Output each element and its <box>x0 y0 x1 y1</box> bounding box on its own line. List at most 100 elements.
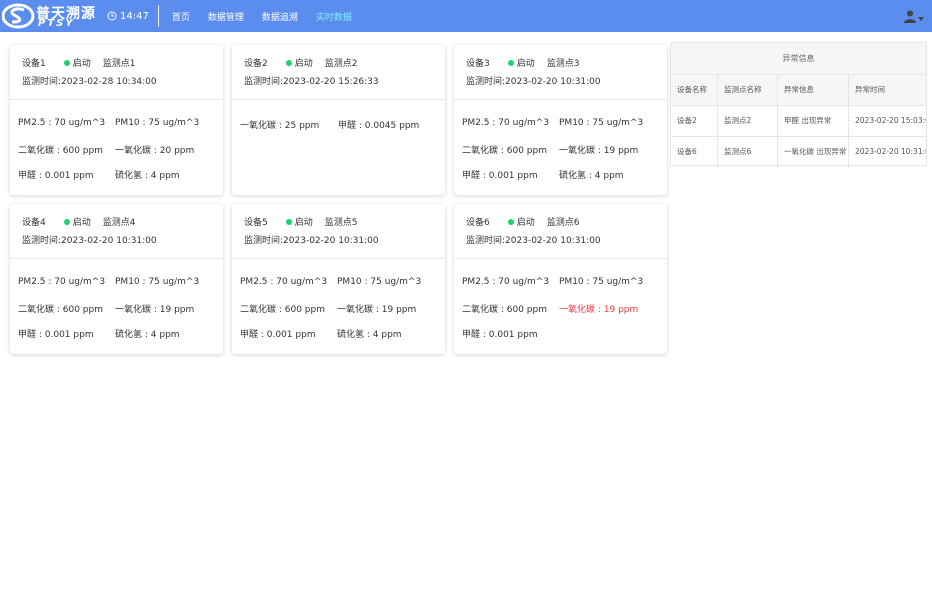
monitor-time-label: 监测时间: <box>22 77 62 87</box>
metric-label: 二氧化碳 : <box>240 305 285 315</box>
monitor-point: 监测点5 <box>324 218 358 228</box>
metric-value: 600 ppm <box>506 146 547 156</box>
device-name: 设备5 <box>244 218 268 228</box>
metric-value: 75 ug/m^3 <box>592 118 644 128</box>
card-header: 设备1 启动 监测点1 监测时间:2023-02-28 10:34:00 <box>10 45 223 100</box>
top-header: 普天溯源 PTSY 14:47 首页 数据管理 数据追溯 实时数据 <box>0 0 932 32</box>
device-status: 启动 <box>72 218 91 228</box>
metric-label: 硫化氢 : <box>559 171 595 181</box>
nav-item[interactable]: 首页 <box>163 10 199 23</box>
metric-value: 20 ppm <box>159 146 195 156</box>
metric-value: 70 ug/m^3 <box>498 277 550 287</box>
metric-label: 甲醛 : <box>18 330 45 340</box>
metric-item: PM2.5 : 70 ug/m^3 <box>240 277 327 287</box>
device-card[interactable]: 设备1 启动 监测点1 监测时间:2023-02-28 10:34:00 PM2.5 :… <box>10 45 223 195</box>
device-name: 设备4 <box>22 218 46 228</box>
monitor-point: 监测点4 <box>102 218 136 228</box>
metric-label: PM2.5 : <box>240 277 277 287</box>
card-title-line: 设备3 启动 监测点3 <box>466 56 667 69</box>
status-dot-icon <box>507 218 514 225</box>
card-header: 设备3 启动 监测点3 监测时间:2023-02-20 10:31:00 <box>454 45 667 100</box>
metric-label: 一氧化碳 : <box>115 305 160 315</box>
metric-item: 一氧化碳 : 20 ppm <box>115 143 194 156</box>
alarm-table: 设备名称 监测点名称 异常信息 异常时间 设备2 监测点2 甲醛 出现异常 2023-02-2… <box>671 75 926 168</box>
nav-item[interactable]: 数据追溯 <box>253 10 307 23</box>
monitor-time-value: 2023-02-20 10:31:00 <box>505 77 601 87</box>
metric-value: 600 ppm <box>284 305 325 315</box>
card-title-line: 设备1 启动 监测点1 <box>22 56 223 69</box>
logo[interactable]: 普天溯源 PTSY <box>2 0 98 32</box>
table-cell: 设备6 <box>671 137 718 168</box>
metric-item: 硫化氢 : 4 ppm <box>115 168 180 181</box>
clock-time: 14:47 <box>120 10 149 22</box>
metric-value: 4 ppm <box>150 330 180 340</box>
monitor-time-value: 2023-02-20 10:31:00 <box>505 236 601 246</box>
status-dot-icon <box>285 59 292 66</box>
table-row[interactable]: 设备2监测点2甲醛 出现异常 2023-02-20 15:03:00 <box>671 106 926 137</box>
chevron-down-icon <box>918 17 924 21</box>
metric-label: 二氧化碳 : <box>18 146 63 156</box>
monitor-point: 监测点1 <box>102 59 136 69</box>
table-cell: 监测点2 <box>718 106 778 136</box>
metric-value: 0.001 ppm <box>44 330 94 340</box>
metric-value: 600 ppm <box>62 146 103 156</box>
device-card[interactable]: 设备6 启动 监测点6 监测时间:2023-02-20 10:31:00 PM2.5 :… <box>454 204 667 354</box>
device-status: 启动 <box>294 218 313 228</box>
user-icon <box>904 10 916 23</box>
device-card[interactable]: 设备3 启动 监测点3 监测时间:2023-02-20 10:31:00 PM2.5 :… <box>454 45 667 195</box>
metric-value: 19 ppm <box>603 146 639 156</box>
device-card[interactable]: 设备5 启动 监测点5 监测时间:2023-02-20 10:31:00 PM2.5 :… <box>232 204 445 354</box>
table-cell: 一氧化碳 出现异常 <box>778 137 849 168</box>
status-dot-icon <box>63 218 70 225</box>
metric-item: 硫化氢 : 4 ppm <box>115 327 180 340</box>
monitor-time-label: 监测时间: <box>466 236 506 246</box>
metric-label: PM10 : <box>115 277 149 287</box>
card-header: 设备4 启动 监测点4 监测时间:2023-02-20 10:31:00 <box>10 204 223 259</box>
metric-item: 二氧化碳 : 600 ppm <box>18 143 103 156</box>
nav-item[interactable]: 实时数据 <box>307 10 361 23</box>
metric-value: 19 ppm <box>603 305 639 315</box>
metric-value: 70 ug/m^3 <box>276 277 328 287</box>
metric-label: PM2.5 : <box>18 277 55 287</box>
card-title-line: 设备2 启动 监测点2 <box>244 56 445 69</box>
nav-item[interactable]: 数据管理 <box>199 10 253 23</box>
monitor-time: 监测时间:2023-02-28 10:34:00 <box>22 74 223 87</box>
metric-label: 一氧化碳 : <box>559 146 604 156</box>
device-status: 启动 <box>516 59 535 69</box>
alarm-title: 异常信息 <box>671 43 926 75</box>
metric-label: PM10 : <box>559 118 593 128</box>
table-row[interactable]: 设备6监测点6一氧化碳 出现异常 2023-02-20 10:31:00 <box>671 137 926 168</box>
card-header: 设备5 启动 监测点5 监测时间:2023-02-20 10:31:00 <box>232 204 445 259</box>
metric-label: 一氧化碳 : <box>240 121 285 131</box>
metric-value: 0.0045 ppm <box>364 121 420 131</box>
monitor-time-value: 2023-02-20 15:26:33 <box>283 77 379 87</box>
metric-value: 4 ppm <box>594 171 624 181</box>
monitor-time: 监测时间:2023-02-20 10:31:00 <box>244 233 445 246</box>
header-divider <box>157 5 159 27</box>
device-card[interactable]: 设备2 启动 监测点2 监测时间:2023-02-20 15:26:33 一氧化碳 : … <box>232 45 445 195</box>
metric-value: 75 ug/m^3 <box>148 277 200 287</box>
metric-item: 甲醛 : 0.0045 ppm <box>338 118 419 131</box>
device-card[interactable]: 设备4 启动 监测点4 监测时间:2023-02-20 10:31:00 PM2.5 :… <box>10 204 223 354</box>
metric-label: 甲醛 : <box>462 330 489 340</box>
metric-value: 25 ppm <box>284 121 320 131</box>
card-title-line: 设备6 启动 监测点6 <box>466 215 667 228</box>
device-name: 设备6 <box>466 218 490 228</box>
monitor-time-value: 2023-02-20 10:31:00 <box>283 236 379 246</box>
monitor-time: 监测时间:2023-02-20 10:31:00 <box>466 74 667 87</box>
monitor-time-label: 监测时间: <box>244 236 284 246</box>
table-header-row: 设备名称 监测点名称 异常信息 异常时间 <box>671 75 926 106</box>
metric-value: 70 ug/m^3 <box>54 277 106 287</box>
metric-label: 二氧化碳 : <box>462 305 507 315</box>
table-cell: 设备2 <box>671 106 718 136</box>
metric-item: 甲醛 : 0.001 ppm <box>462 168 538 181</box>
metric-value: 600 ppm <box>506 305 547 315</box>
metric-label: 二氧化碳 : <box>462 146 507 156</box>
monitor-time-label: 监测时间: <box>244 77 284 87</box>
user-menu[interactable] <box>904 10 924 23</box>
monitor-time-value: 2023-02-28 10:34:00 <box>61 77 157 87</box>
monitor-point: 监测点2 <box>324 59 358 69</box>
monitor-point: 监测点6 <box>546 218 580 228</box>
main-nav: 首页 数据管理 数据追溯 实时数据 <box>163 10 361 23</box>
monitor-time-label: 监测时间: <box>22 236 62 246</box>
